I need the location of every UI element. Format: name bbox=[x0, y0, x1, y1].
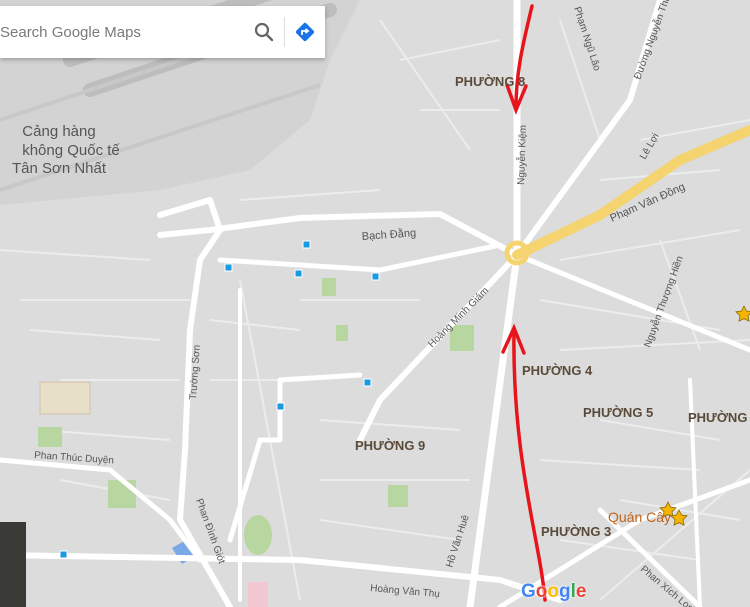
airport-label-3: Tân Sơn Nhất bbox=[12, 160, 107, 177]
ward-9-label: PHƯỜNG 9 bbox=[355, 438, 425, 453]
bus-stop-icon bbox=[363, 378, 372, 387]
bus-stop-icon bbox=[59, 550, 68, 559]
google-logo: Google bbox=[521, 581, 586, 603]
hospital-block bbox=[248, 582, 268, 607]
logo-letter: o bbox=[535, 581, 548, 602]
logo-letter: e bbox=[575, 581, 587, 602]
logo-letter: o bbox=[547, 581, 559, 602]
bus-stop-icon bbox=[276, 402, 285, 411]
bus-stop-icon bbox=[224, 263, 233, 272]
stadium-block bbox=[39, 381, 91, 415]
search-button[interactable] bbox=[244, 6, 284, 58]
ward-5-label: PHƯỜNG 5 bbox=[583, 405, 653, 420]
logo-letter: G bbox=[521, 581, 536, 602]
directions-icon bbox=[295, 22, 315, 42]
logo-letter: g bbox=[559, 581, 571, 602]
search-input[interactable] bbox=[0, 5, 244, 59]
cafe-label: Quán Cây bbox=[608, 509, 671, 525]
airport-label-1: Cảng hàng bbox=[22, 123, 95, 140]
directions-button[interactable] bbox=[285, 6, 325, 58]
ward-6-label: PHƯỜNG 6 bbox=[688, 410, 750, 425]
search-icon bbox=[254, 22, 274, 42]
bus-stop-icon bbox=[294, 269, 303, 278]
ward-8-label: PHƯỜNG 8 bbox=[455, 74, 525, 89]
map-canvas[interactable]: Cảng hàng không Quốc tế Tân Sơn Nhất PHƯ… bbox=[0, 0, 750, 607]
airport-label-2: không Quốc tế bbox=[22, 142, 120, 159]
bus-stop-icon bbox=[302, 240, 311, 249]
ward-3-label: PHƯỜNG 3 bbox=[541, 524, 611, 539]
imagery-thumbnail[interactable] bbox=[0, 522, 26, 607]
bus-stop-icon bbox=[371, 272, 380, 281]
ward-4-label: PHƯỜNG 4 bbox=[522, 363, 593, 378]
search-box bbox=[0, 5, 325, 59]
